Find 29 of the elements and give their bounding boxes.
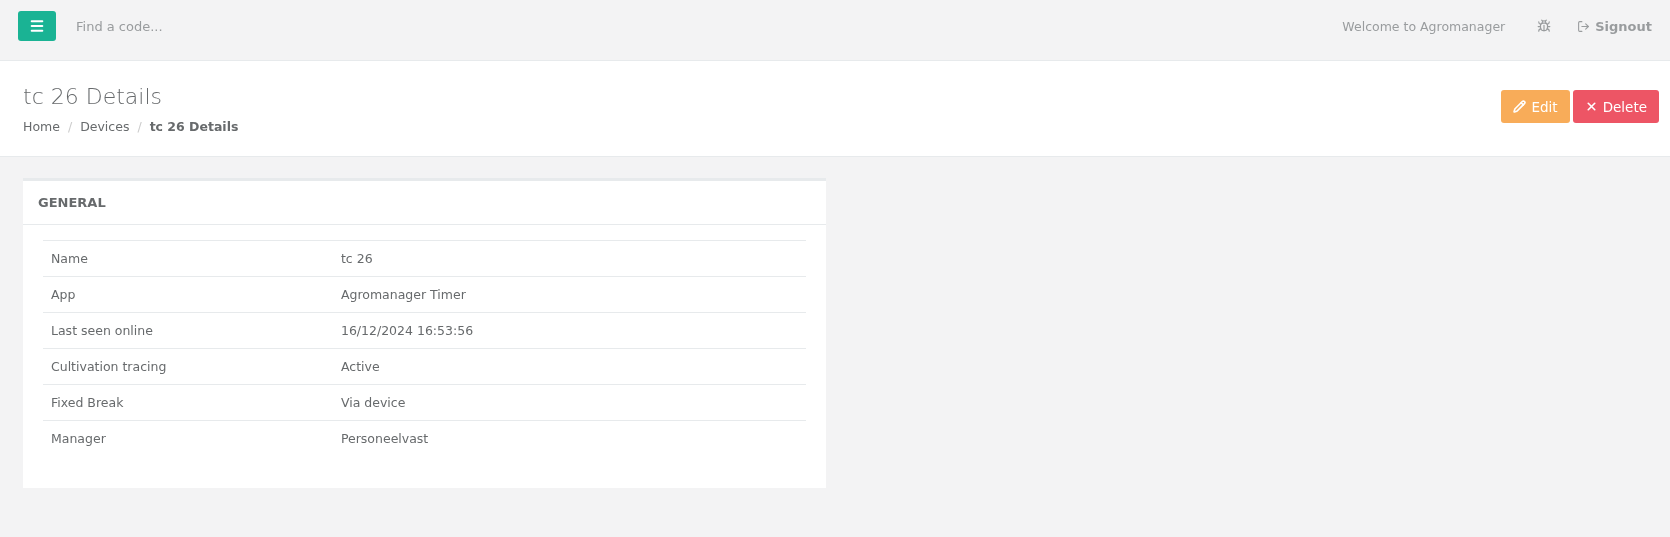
welcome-message: Welcome to Agromanager xyxy=(1342,18,1506,34)
field-value: Via device xyxy=(332,384,806,421)
card-title: GENERAL xyxy=(23,181,826,225)
breadcrumb-item[interactable]: Devices xyxy=(80,118,130,134)
close-icon xyxy=(1584,100,1598,113)
field-label: Fixed Break xyxy=(43,384,333,421)
pencil-icon xyxy=(1513,100,1527,113)
search-field[interactable]: Find a code... xyxy=(74,17,378,35)
menu-icon xyxy=(29,18,45,34)
breadcrumb-separator: / xyxy=(67,118,73,134)
field-label: Name xyxy=(43,240,333,277)
field-label: App xyxy=(43,276,333,313)
page-title: tc 26 Details xyxy=(23,83,163,109)
field-label: Manager xyxy=(43,420,333,456)
field-value: Active xyxy=(332,348,806,385)
delete-button[interactable]: Delete xyxy=(1572,90,1659,123)
bug-button[interactable] xyxy=(1537,19,1552,33)
field-value: tc 26 xyxy=(332,240,806,277)
breadcrumb-separator: / xyxy=(137,118,142,134)
field-value: Agromanager Timer xyxy=(332,276,806,313)
field-label: Cultivation tracing xyxy=(43,348,333,385)
field-value: Personeelvast xyxy=(332,420,806,456)
breadcrumb-item[interactable]: tc 26 Details xyxy=(149,118,239,134)
field-label: Last seen online xyxy=(43,312,333,349)
field-value: 16/12/2024 16:53:56 xyxy=(332,312,806,349)
breadcrumb-item[interactable]: Home xyxy=(23,118,60,134)
menu-button[interactable] xyxy=(18,11,56,41)
bug-icon xyxy=(1537,19,1552,33)
signout-icon xyxy=(1577,19,1591,33)
